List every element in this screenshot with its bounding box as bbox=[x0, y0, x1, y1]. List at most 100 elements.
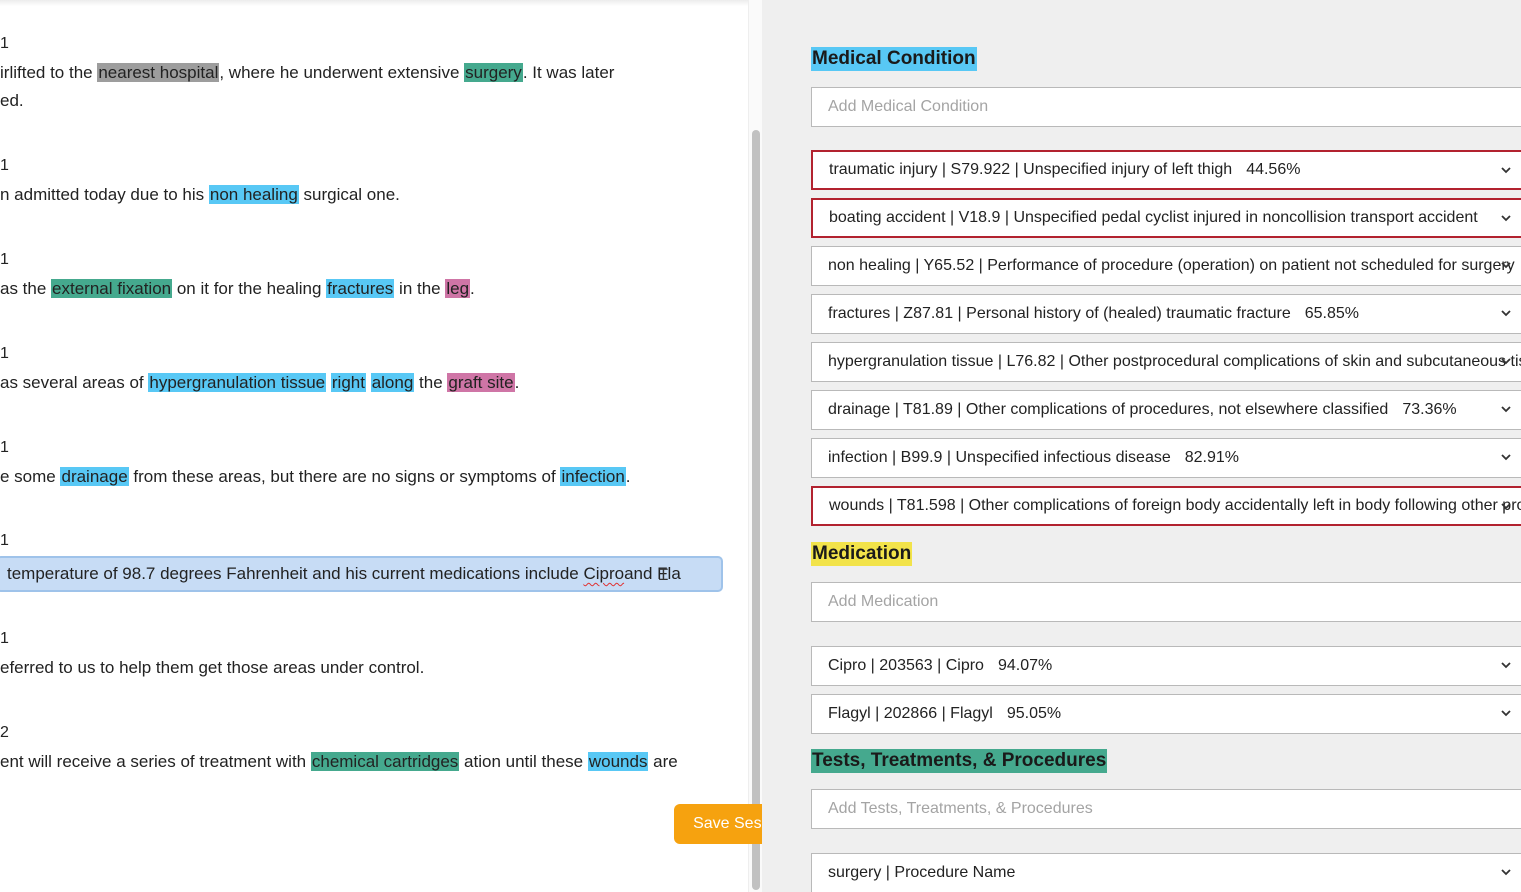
segment-speaker-number: 1 bbox=[0, 157, 9, 174]
medication-entity-select[interactable]: Cipro | 203563 | Cipro 94.07% bbox=[811, 646, 1521, 686]
entity-highlight[interactable]: drainage bbox=[60, 467, 129, 486]
text-run: irlifted to the bbox=[0, 63, 98, 82]
medical-condition-entity-select[interactable]: boating accident | V18.9 | Unspecified p… bbox=[811, 198, 1521, 238]
chevron-down-icon[interactable] bbox=[1500, 439, 1514, 477]
text-run: n admitted today due to his bbox=[0, 185, 209, 204]
entity-label: drainage | T81.89 | Other complications … bbox=[828, 401, 1389, 418]
segment-text: as several areas of hypergranulation tis… bbox=[0, 372, 519, 394]
transcript-scrollbar[interactable] bbox=[748, 0, 762, 892]
entity-label: Flagyl | 202866 | Flagyl bbox=[828, 705, 993, 722]
text-run: . bbox=[470, 279, 475, 298]
confidence-score: 95.05% bbox=[1006, 705, 1062, 722]
chevron-down-icon[interactable] bbox=[1500, 200, 1514, 236]
text-run: . It was later bbox=[522, 63, 615, 82]
entity-highlight[interactable]: along bbox=[370, 373, 415, 392]
add-procedures-input[interactable] bbox=[811, 789, 1521, 829]
entity-label: non healing | Y65.52 | Performance of pr… bbox=[828, 257, 1515, 274]
segment-speaker-number: 1 bbox=[0, 251, 9, 268]
top-shadow bbox=[0, 0, 748, 6]
medication-section-title: Medication bbox=[811, 542, 913, 566]
entity-highlight[interactable]: non healing bbox=[208, 185, 299, 204]
segment-speaker-number: 1 bbox=[0, 630, 9, 647]
medical-condition-entity-select[interactable]: drainage | T81.89 | Other complications … bbox=[811, 390, 1521, 430]
text-run: in the bbox=[394, 279, 446, 298]
entity-highlight[interactable]: leg bbox=[445, 279, 471, 298]
entity-highlight[interactable]: wounds bbox=[587, 752, 649, 771]
text-run: the bbox=[414, 373, 448, 392]
procedures-entity-select[interactable]: surgery | Procedure Name bbox=[811, 853, 1521, 892]
entity-highlight[interactable]: surgery bbox=[464, 63, 523, 82]
segment-edit-input[interactable]: temperature of 98.7 degrees Fahrenheit a… bbox=[0, 556, 723, 592]
text-run: e some bbox=[0, 467, 61, 486]
segment-text: n admitted today due to his non healing … bbox=[0, 184, 400, 206]
medical-condition-entity-select[interactable]: traumatic injury | S79.922 | Unspecified… bbox=[811, 150, 1521, 190]
segment-text: as the external fixation on it for the h… bbox=[0, 278, 475, 300]
segment-text: irlifted to the nearest hospital, where … bbox=[0, 62, 614, 84]
entity-highlight[interactable]: right bbox=[330, 373, 366, 392]
entity-highlight[interactable]: hypergranulation tissue bbox=[148, 373, 327, 392]
medical-condition-entity-select[interactable]: infection | B99.9 | Unspecified infectio… bbox=[811, 438, 1521, 478]
entity-highlight[interactable]: nearest hospital bbox=[97, 63, 220, 82]
chevron-down-icon[interactable] bbox=[1500, 295, 1514, 333]
entity-highlight[interactable]: chemical cartridges bbox=[310, 752, 460, 771]
chevron-down-icon[interactable] bbox=[1500, 152, 1514, 188]
text-run: as several areas of bbox=[0, 373, 149, 392]
entity-label: fractures | Z87.81 | Personal history of… bbox=[828, 305, 1291, 322]
text-cursor-icon: Ɪ bbox=[659, 567, 668, 584]
add-medication-input[interactable] bbox=[811, 582, 1521, 622]
segment-text: e some drainage from these areas, but th… bbox=[0, 466, 631, 488]
entities-panel: Medical Condition traumatic injury | S79.… bbox=[762, 0, 1521, 892]
scrollbar-thumb[interactable] bbox=[752, 130, 760, 890]
medical-condition-entity-select[interactable]: non healing | Y65.52 | Performance of pr… bbox=[811, 246, 1521, 286]
entity-label: surgery | Procedure Name bbox=[828, 864, 1016, 881]
entity-label: Cipro | 203563 | Cipro bbox=[828, 657, 984, 674]
edit-text-before: temperature of 98.7 degrees Fahrenheit a… bbox=[7, 564, 584, 583]
segment-speaker-number: 2 bbox=[0, 724, 9, 741]
chevron-down-icon[interactable] bbox=[1500, 488, 1514, 524]
medical-condition-entity-select[interactable]: fractures | Z87.81 | Personal history of… bbox=[811, 294, 1521, 334]
chevron-down-icon[interactable] bbox=[1500, 247, 1514, 285]
confidence-score: 44.56% bbox=[1246, 161, 1301, 178]
entity-label: infection | B99.9 | Unspecified infectio… bbox=[828, 449, 1171, 466]
add-medical-condition-input[interactable] bbox=[811, 87, 1521, 127]
procedures-section-title: Tests, Treatments, & Procedures bbox=[811, 749, 1108, 773]
entity-highlight[interactable]: fractures bbox=[326, 279, 395, 298]
text-run: ent will receive a series of treatment w… bbox=[0, 752, 311, 771]
entity-highlight[interactable]: graft site bbox=[447, 373, 515, 392]
chevron-down-icon[interactable] bbox=[1500, 695, 1514, 733]
segment-speaker-number: 1 bbox=[0, 345, 9, 362]
text-run: are bbox=[648, 752, 678, 771]
chevron-down-icon[interactable] bbox=[1500, 647, 1514, 685]
text-run: . bbox=[625, 467, 631, 486]
entity-highlight[interactable]: infection bbox=[560, 467, 626, 486]
segment-speaker-number: 1 bbox=[0, 439, 9, 456]
text-run: from these areas, but there are no signs… bbox=[128, 467, 561, 486]
confidence-score: 94.07% bbox=[997, 657, 1053, 674]
text-run: ation until these bbox=[459, 752, 588, 771]
entity-highlight[interactable]: external fixation bbox=[51, 279, 173, 298]
text-run: on it for the healing bbox=[172, 279, 327, 298]
chevron-down-icon[interactable] bbox=[1500, 343, 1514, 381]
entity-label: traumatic injury | S79.922 | Unspecified… bbox=[829, 161, 1233, 178]
segment-speaker-number: 1 bbox=[0, 532, 9, 549]
text-run: , where he underwent extensive bbox=[219, 63, 465, 82]
text-run: eferred to us to help them get those are… bbox=[0, 658, 425, 677]
medical-condition-entity-select[interactable]: hypergranulation tissue | L76.82 | Other… bbox=[811, 342, 1521, 382]
save-session-button[interactable]: Save Session bbox=[674, 804, 762, 844]
text-run: . bbox=[514, 373, 520, 392]
segment-text-line2: ed. bbox=[0, 91, 24, 110]
medication-entity-select[interactable]: Flagyl | 202866 | Flagyl 95.05% bbox=[811, 694, 1521, 734]
medical-condition-entity-select[interactable]: wounds | T81.598 | Other complications o… bbox=[811, 486, 1521, 526]
text-run bbox=[366, 373, 371, 392]
entity-label: boating accident | V18.9 | Unspecified p… bbox=[829, 209, 1478, 226]
confidence-score: 73.36% bbox=[1402, 401, 1457, 418]
segment-speaker-number: 1 bbox=[0, 35, 9, 52]
chevron-down-icon[interactable] bbox=[1500, 854, 1514, 892]
entity-label: hypergranulation tissue | L76.82 | Other… bbox=[828, 353, 1521, 370]
chevron-down-icon[interactable] bbox=[1500, 391, 1514, 429]
confidence-score: 82.91% bbox=[1184, 449, 1239, 466]
transcript-panel: 1 irlifted to the nearest hospital, where… bbox=[0, 0, 762, 892]
text-run: surgical one. bbox=[298, 185, 400, 204]
text-run: as the bbox=[0, 279, 52, 298]
segment-text: eferred to us to help them get those are… bbox=[0, 657, 424, 679]
